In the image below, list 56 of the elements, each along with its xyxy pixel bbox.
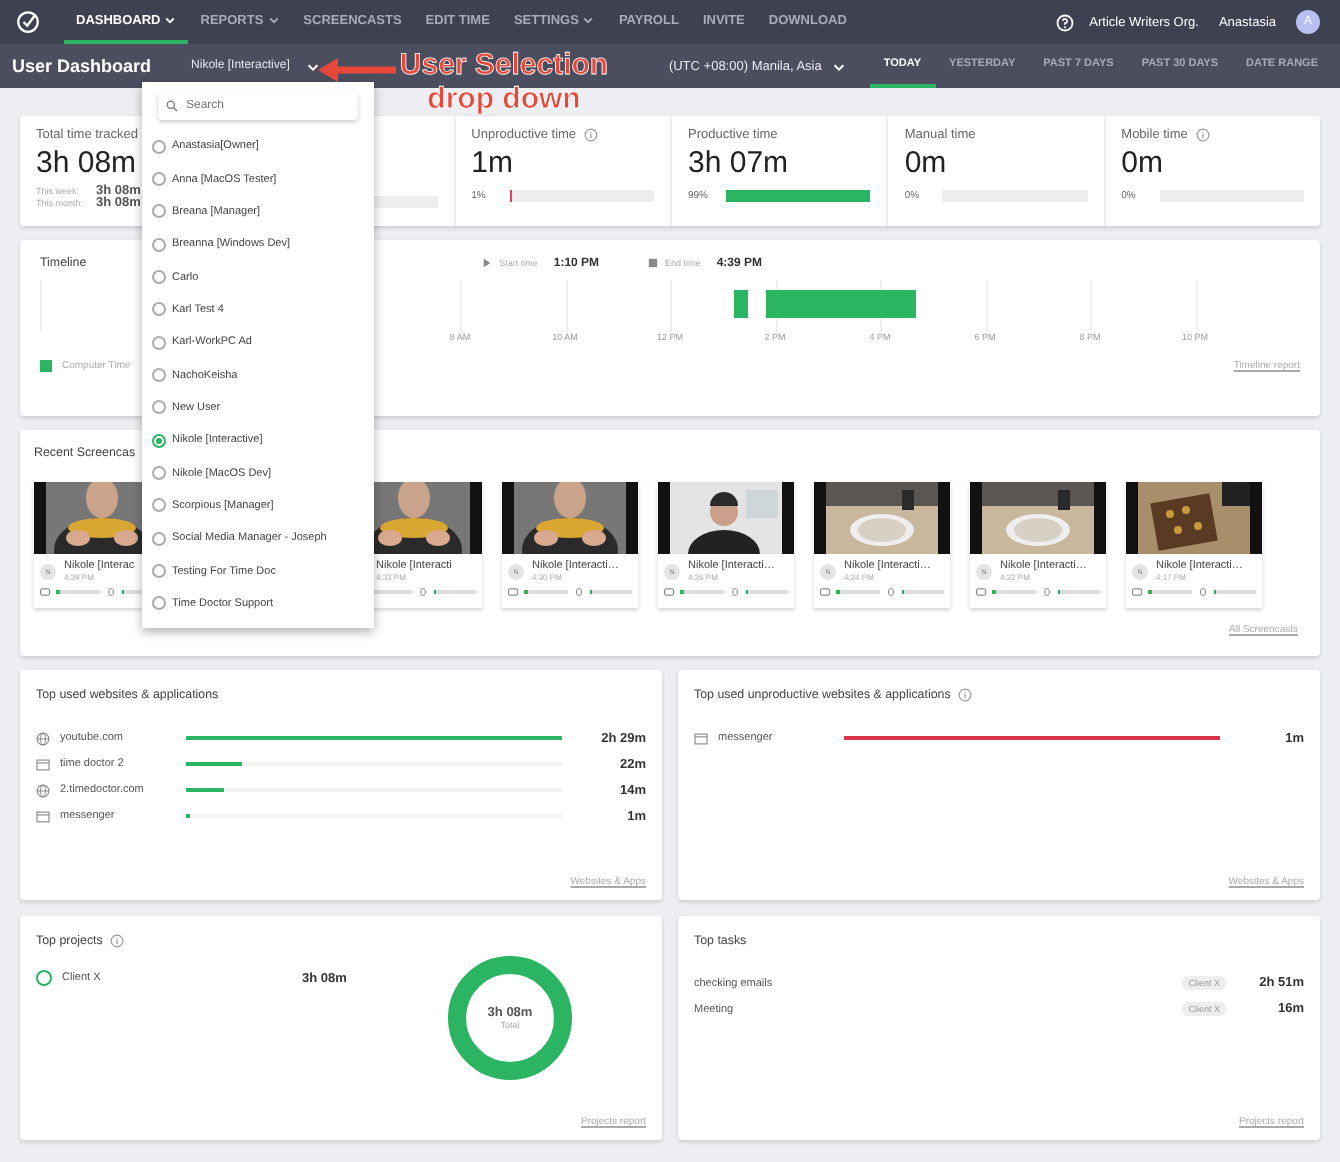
globe-icon	[36, 783, 50, 797]
keyboard-icon	[508, 588, 518, 596]
radio-button[interactable]	[152, 400, 166, 415]
project-marker-icon	[36, 970, 52, 986]
mouse-icon	[105, 588, 115, 596]
info-icon[interactable]	[958, 688, 973, 702]
play-icon	[481, 258, 492, 268]
stat-value: 1m	[471, 146, 513, 180]
keyboard-icon	[664, 588, 674, 596]
keyboard-icon	[820, 588, 830, 596]
radio-button[interactable]	[152, 498, 166, 513]
radio-button[interactable]	[152, 172, 166, 187]
keyboard-icon	[40, 588, 50, 596]
window-icon	[36, 757, 50, 771]
radio-button[interactable]	[152, 237, 166, 252]
radio-button[interactable]	[152, 466, 166, 481]
help-icon[interactable]	[1055, 13, 1074, 31]
stat-value: 0m	[1121, 146, 1163, 180]
search-icon	[166, 100, 178, 112]
radio-button[interactable]	[152, 270, 166, 285]
keyboard-icon	[976, 588, 986, 596]
radio-button[interactable]	[152, 596, 166, 611]
globe-icon	[36, 731, 50, 745]
keyboard-icon	[1132, 588, 1142, 596]
donut-ring	[446, 954, 574, 1082]
mouse-icon	[1197, 588, 1207, 596]
window-icon	[694, 731, 708, 745]
stat-value: 3h 08m	[36, 146, 137, 180]
activity-bar	[733, 290, 749, 318]
radio-button[interactable]	[152, 139, 166, 154]
mouse-icon	[1041, 588, 1051, 596]
radio-button[interactable]	[152, 335, 166, 350]
info-icon[interactable]	[110, 934, 125, 948]
mouse-icon	[729, 588, 739, 596]
mouse-icon	[885, 588, 895, 596]
annotation-text: User Selection drop down	[397, 48, 611, 116]
logo-icon[interactable]	[16, 10, 40, 34]
info-icon[interactable]	[1195, 128, 1210, 142]
legend-swatch	[40, 360, 52, 372]
mouse-icon	[417, 588, 427, 596]
annotation-arrow	[316, 56, 396, 84]
radio-button[interactable]	[152, 302, 166, 317]
stop-icon	[647, 258, 658, 268]
info-icon[interactable]	[584, 128, 599, 142]
radio-button[interactable]	[152, 204, 166, 219]
window-icon	[36, 809, 50, 823]
page-title: User Dashboard	[12, 56, 152, 76]
chevron-down-icon	[831, 59, 846, 73]
radio-button[interactable]	[152, 433, 166, 448]
mouse-icon	[573, 588, 583, 596]
radio-button[interactable]	[152, 531, 166, 546]
radio-button[interactable]	[152, 368, 166, 383]
stat-value: 3h 07m	[688, 146, 789, 180]
stat-value: 0m	[904, 146, 947, 180]
chevron-down-icon	[305, 59, 320, 73]
radio-button[interactable]	[152, 564, 166, 579]
